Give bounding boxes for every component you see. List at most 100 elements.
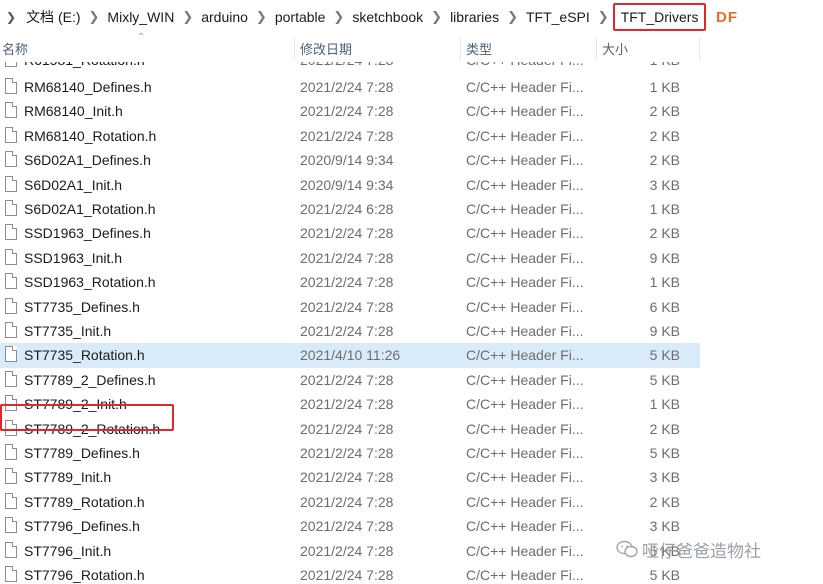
file-size: 3 KB — [649, 518, 680, 535]
file-icon — [5, 62, 17, 67]
file-name: RM68140_Defines.h — [24, 79, 152, 95]
file-row-partial[interactable]: R61581_Rotation.h 2021/2/24 7:28 C/C++ H… — [0, 62, 700, 72]
address-bar[interactable]: ❯ 文档 (E:) ❯ Mixly_WIN ❯ arduino ❯ portab… — [0, 0, 823, 34]
file-name: ST7789_2_Init.h — [24, 396, 127, 413]
file-name: ST7789_2_Rotation.h — [24, 420, 161, 437]
file-type: C/C++ Header Fi... — [466, 371, 584, 388]
file-size: 2 KB — [649, 103, 680, 120]
file-date: 2021/2/24 6:28 — [300, 201, 394, 217]
file-row[interactable]: RM68140_Init.h 2021/2/24 7:28 C/C++ Header… — [0, 99, 700, 123]
column-size-header[interactable]: 大小 — [602, 36, 628, 62]
file-name: ST7796_Init.h — [24, 542, 112, 559]
file-row[interactable]: SSD1963_Defines.h 2021/2/24 7:28 C/C++ Hea… — [0, 221, 700, 245]
file-icon — [5, 273, 17, 290]
file-row[interactable]: S6D02A1_Init.h 2020/9/14 9:34 C/C++ Header… — [0, 173, 700, 197]
file-row[interactable]: ST7735_Rotation.h 2021/4/10 11:26 C/C++ He… — [0, 343, 700, 368]
file-size: 2 KB — [649, 420, 680, 437]
file-row[interactable]: ST7735_Init.h 2021/2/24 7:28 C/C++ Header … — [0, 319, 700, 343]
file-type: C/C++ Header Fi... — [466, 152, 584, 169]
chevron-right-icon[interactable]: ❯ — [501, 9, 524, 25]
file-date: 2021/2/24 7:28 — [300, 127, 394, 144]
file-date: 2021/2/24 7:28 — [300, 396, 394, 413]
file-name: ST7789_Init.h — [24, 469, 112, 486]
file-row[interactable]: ST7796_Rotation.h 2021/2/24 7:28 C/C++ Hea… — [0, 563, 700, 584]
column-type-header[interactable]: 类型 — [466, 36, 492, 62]
file-date: 2021/2/24 7:28 — [300, 62, 393, 72]
file-row[interactable]: RM68140_Defines.h 2021/2/24 7:28 C/C++ Hea… — [0, 75, 700, 99]
file-row[interactable]: S6D02A1_Defines.h 2020/9/14 9:34 C/C++ Hea… — [0, 148, 700, 172]
breadcrumb-portable[interactable]: portable — [273, 9, 328, 25]
file-size: 9 KB — [649, 323, 680, 339]
file-name: SSD1963_Defines.h — [24, 225, 151, 242]
breadcrumb-tft-espi[interactable]: TFT_eSPI — [524, 9, 592, 25]
column-divider[interactable] — [596, 38, 597, 60]
file-date: 2021/2/24 7:28 — [300, 542, 394, 559]
file-row[interactable]: ST7796_Defines.h 2021/2/24 7:28 C/C++ Head… — [0, 514, 700, 538]
file-icon — [5, 419, 17, 436]
file-name: ST7735_Init.h — [24, 323, 112, 339]
breadcrumb-mixly-win[interactable]: Mixly_WIN — [105, 9, 176, 25]
chevron-right-icon[interactable]: ❯ — [592, 9, 615, 25]
file-name: ST7796_Rotation.h — [24, 567, 145, 583]
file-row[interactable]: ST7796_Init.h 2021/2/24 7:28 C/C++ Header … — [0, 539, 700, 563]
file-row[interactable]: ST7789_2_Defines.h 2021/2/24 7:28 C/C++ He… — [0, 368, 700, 392]
breadcrumb-tft-drivers[interactable]: TFT_Drivers — [612, 3, 707, 31]
file-type: C/C++ Header Fi... — [466, 542, 584, 559]
file-row[interactable]: RM68140_Rotation.h 2021/2/24 7:28 C/C++ He… — [0, 124, 700, 148]
chevron-right-icon[interactable]: ❯ — [425, 9, 448, 25]
file-date: 2021/2/24 7:28 — [300, 371, 394, 388]
chevron-right-icon[interactable]: ❯ — [176, 9, 199, 25]
file-date: 2020/9/14 9:34 — [300, 176, 394, 193]
file-icon — [5, 200, 17, 216]
file-type: C/C++ Header Fi... — [466, 323, 584, 339]
file-date: 2021/2/24 7:28 — [300, 567, 394, 583]
file-icon — [5, 224, 17, 241]
file-date: 2021/2/24 7:28 — [300, 323, 394, 339]
file-icon — [5, 370, 17, 387]
file-type: C/C++ Header Fi... — [466, 567, 584, 583]
chevron-right-icon[interactable]: ❯ — [6, 10, 16, 24]
column-divider[interactable] — [699, 38, 700, 60]
file-icon — [5, 248, 17, 265]
file-type: C/C++ Header Fi... — [466, 445, 584, 461]
column-divider[interactable] — [294, 38, 295, 60]
breadcrumb-drive[interactable]: 文档 (E:) — [24, 7, 82, 27]
column-name-header[interactable]: 名称 — [2, 36, 28, 62]
file-size: 1 KB — [649, 274, 680, 291]
file-row[interactable]: ST7789_Rotation.h 2021/2/24 7:28 C/C++ Hea… — [0, 490, 700, 514]
file-row[interactable]: ST7789_Defines.h 2021/2/24 7:28 C/C++ Head… — [0, 441, 700, 465]
file-row[interactable]: S6D02A1_Rotation.h 2021/2/24 6:28 C/C++ He… — [0, 197, 700, 221]
file-icon — [5, 297, 17, 314]
file-size: 1 KB — [649, 201, 680, 217]
breadcrumb-arduino[interactable]: arduino — [199, 9, 250, 25]
file-icon — [5, 102, 17, 119]
sort-up-icon: ⌃ — [137, 32, 146, 43]
file-size: 2 KB — [649, 225, 680, 242]
file-row[interactable]: ST7789_Init.h 2021/2/24 7:28 C/C++ Header … — [0, 465, 700, 489]
file-row[interactable]: SSD1963_Init.h 2021/2/24 7:28 C/C++ Header… — [0, 246, 700, 270]
breadcrumb: ❯ 文档 (E:) ❯ Mixly_WIN ❯ arduino ❯ portab… — [6, 0, 707, 34]
chevron-right-icon[interactable]: ❯ — [83, 9, 106, 25]
file-date: 2021/2/24 7:28 — [300, 493, 394, 510]
file-row[interactable]: ST7789_2_Rotation.h 2021/2/24 7:28 C/C++ H… — [0, 417, 700, 441]
breadcrumb-libraries[interactable]: libraries — [448, 9, 501, 25]
column-divider[interactable] — [460, 38, 461, 60]
file-name: R61581_Rotation.h — [24, 62, 145, 72]
file-name: ST7789_2_Defines.h — [24, 371, 156, 388]
file-name: RM68140_Rotation.h — [24, 127, 157, 144]
chevron-right-icon[interactable]: ❯ — [250, 9, 273, 25]
file-date: 2021/2/24 7:28 — [300, 298, 394, 315]
file-size: 1 KB — [649, 79, 680, 95]
file-type: C/C++ Header Fi... — [466, 201, 584, 217]
column-date-header[interactable]: 修改日期 — [300, 36, 352, 62]
file-icon — [5, 468, 17, 485]
file-name: ST7735_Rotation.h — [24, 347, 145, 364]
breadcrumb-sketchbook[interactable]: sketchbook — [350, 9, 425, 25]
file-row[interactable]: SSD1963_Rotation.h 2021/2/24 7:28 C/C++ He… — [0, 270, 700, 294]
file-date: 2021/2/24 7:28 — [300, 274, 394, 291]
chevron-right-icon[interactable]: ❯ — [327, 9, 350, 25]
file-type: C/C++ Header Fi... — [466, 518, 584, 535]
file-row[interactable]: ST7735_Defines.h 2021/2/24 7:28 C/C++ Head… — [0, 295, 700, 319]
file-row[interactable]: ST7789_2_Init.h 2021/2/24 7:28 C/C++ Heade… — [0, 392, 700, 416]
file-icon — [5, 492, 17, 509]
